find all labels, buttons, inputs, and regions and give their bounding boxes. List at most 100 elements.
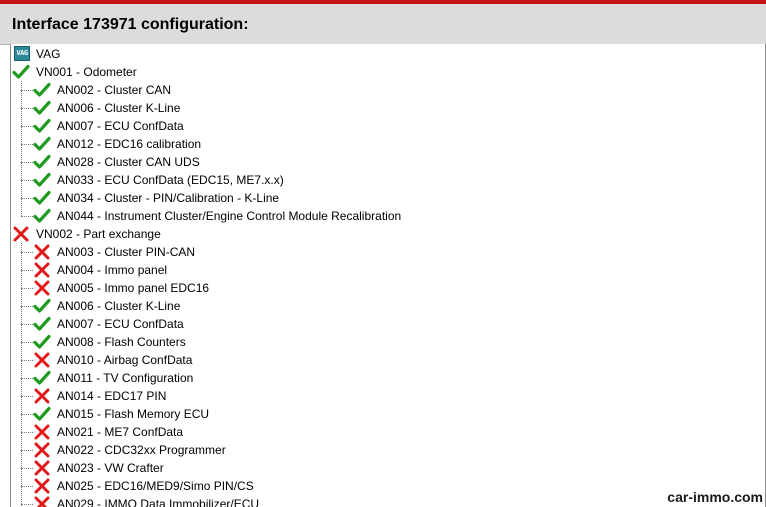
vag-logo-icon: VAG xyxy=(14,46,30,61)
page-title: Interface 173971 configuration: xyxy=(12,16,249,33)
tree-group-0[interactable]: VN001 - Odometer xyxy=(11,63,751,81)
tree-connector xyxy=(21,81,22,216)
tree-item-label: AN015 - Flash Memory ECU xyxy=(57,407,210,421)
red-x-icon xyxy=(33,423,51,441)
green-checkmark-icon xyxy=(33,315,51,333)
tree-connector xyxy=(21,243,22,507)
tree-connector xyxy=(21,180,33,181)
tree-item-label: AN006 - Cluster K-Line xyxy=(57,101,181,115)
configuration-tree[interactable]: VAG VAG VN001 - Odometer AN002 - Cluster CA… xyxy=(11,44,765,507)
tree-item[interactable]: AN014 - EDC17 PIN xyxy=(11,387,751,405)
green-checkmark-icon xyxy=(33,189,51,207)
tree-item[interactable]: AN029 - IMMO Data Immobilizer/ECU xyxy=(11,495,751,507)
tree-item[interactable]: AN006 - Cluster K-Line xyxy=(11,297,751,315)
tree-item-label: AN006 - Cluster K-Line xyxy=(57,299,181,313)
tree-item-label: AN023 - VW Crafter xyxy=(57,461,164,475)
tree-item[interactable]: AN003 - Cluster PIN-CAN xyxy=(11,243,751,261)
tree-item-label: AN014 - EDC17 PIN xyxy=(57,389,167,403)
red-x-icon xyxy=(33,441,51,459)
tree-item[interactable]: AN002 - Cluster CAN xyxy=(11,81,751,99)
tree-connector xyxy=(21,450,33,451)
tree-item[interactable]: AN008 - Flash Counters xyxy=(11,333,751,351)
green-checkmark-icon xyxy=(12,63,30,81)
tree-item[interactable]: AN007 - ECU ConfData xyxy=(11,315,751,333)
tree-item[interactable]: AN012 - EDC16 calibration xyxy=(11,135,751,153)
watermark-text: car-immo.com xyxy=(667,489,763,505)
tree-item-label: VAG xyxy=(36,47,61,61)
tree-item[interactable]: AN015 - Flash Memory ECU xyxy=(11,405,751,423)
red-x-icon xyxy=(12,225,30,243)
tree-item-label: AN044 - Instrument Cluster/Engine Contro… xyxy=(57,209,402,223)
red-x-icon xyxy=(33,459,51,477)
tree-item-label: AN028 - Cluster CAN UDS xyxy=(57,155,200,169)
tree-item-label: AN034 - Cluster - PIN/Calibration - K-Li… xyxy=(57,191,280,205)
tree-connector xyxy=(21,342,33,343)
tree-item-label: AN002 - Cluster CAN xyxy=(57,83,172,97)
tree-root-vag[interactable]: VAG VAG xyxy=(11,45,751,63)
tree-connector xyxy=(21,252,33,253)
configuration-tree-panel[interactable]: VAG VAG VN001 - Odometer AN002 - Cluster CA… xyxy=(10,44,766,507)
tree-item[interactable]: AN023 - VW Crafter xyxy=(11,459,751,477)
green-checkmark-icon xyxy=(33,81,51,99)
tree-connector xyxy=(21,432,33,433)
tree-connector xyxy=(21,144,33,145)
tree-group-1[interactable]: VN002 - Part exchange xyxy=(11,225,751,243)
green-checkmark-icon xyxy=(33,117,51,135)
tree-item[interactable]: AN021 - ME7 ConfData xyxy=(11,423,751,441)
tree-connector xyxy=(21,162,33,163)
red-x-icon xyxy=(33,261,51,279)
tree-item-label: AN007 - ECU ConfData xyxy=(57,317,184,331)
tree-connector xyxy=(21,288,33,289)
tree-item[interactable]: AN034 - Cluster - PIN/Calibration - K-Li… xyxy=(11,189,751,207)
red-x-icon xyxy=(33,387,51,405)
tree-item[interactable]: AN010 - Airbag ConfData xyxy=(11,351,751,369)
tree-connector xyxy=(21,360,33,361)
tree-connector xyxy=(21,378,33,379)
tree-item-label: AN033 - ECU ConfData (EDC15, ME7.x.x) xyxy=(57,173,284,187)
tree-connector xyxy=(21,90,33,91)
red-x-icon xyxy=(33,243,51,261)
tree-item[interactable]: AN033 - ECU ConfData (EDC15, ME7.x.x) xyxy=(11,171,751,189)
tree-connector xyxy=(21,306,33,307)
green-checkmark-icon xyxy=(33,99,51,117)
tree-item-label: AN021 - ME7 ConfData xyxy=(57,425,184,439)
tree-item[interactable]: AN005 - Immo panel EDC16 xyxy=(11,279,751,297)
tree-item[interactable]: AN028 - Cluster CAN UDS xyxy=(11,153,751,171)
tree-item-label: AN025 - EDC16/MED9/Simo PIN/CS xyxy=(57,479,254,493)
tree-connector xyxy=(21,198,33,199)
green-checkmark-icon xyxy=(33,369,51,387)
tree-item[interactable]: AN011 - TV Configuration xyxy=(11,369,751,387)
green-checkmark-icon xyxy=(33,153,51,171)
tree-item[interactable]: AN006 - Cluster K-Line xyxy=(11,99,751,117)
red-x-icon xyxy=(33,495,51,507)
tree-item[interactable]: AN007 - ECU ConfData xyxy=(11,117,751,135)
tree-item-label: AN022 - CDC32xx Programmer xyxy=(57,443,226,457)
green-checkmark-icon xyxy=(33,297,51,315)
green-checkmark-icon xyxy=(33,333,51,351)
tree-connector xyxy=(21,396,33,397)
tree-connector xyxy=(21,216,33,217)
tree-connector xyxy=(21,324,33,325)
tree-item[interactable]: AN004 - Immo panel xyxy=(11,261,751,279)
green-checkmark-icon xyxy=(33,171,51,189)
tree-item-label: AN007 - ECU ConfData xyxy=(57,119,184,133)
tree-connector xyxy=(21,108,33,109)
tree-item-label: VN001 - Odometer xyxy=(36,65,137,79)
tree-item-label: AN003 - Cluster PIN-CAN xyxy=(57,245,196,259)
tree-connector xyxy=(21,504,33,505)
tree-connector xyxy=(21,270,33,271)
tree-item[interactable]: AN025 - EDC16/MED9/Simo PIN/CS xyxy=(11,477,751,495)
tree-item-label: AN011 - TV Configuration xyxy=(57,371,194,385)
tree-item[interactable]: AN044 - Instrument Cluster/Engine Contro… xyxy=(11,207,751,225)
green-checkmark-icon xyxy=(33,135,51,153)
tree-item-label: AN004 - Immo panel xyxy=(57,263,168,277)
red-x-icon xyxy=(33,351,51,369)
tree-item-label: AN005 - Immo panel EDC16 xyxy=(57,281,210,295)
green-checkmark-icon xyxy=(33,207,51,225)
green-checkmark-icon xyxy=(33,405,51,423)
tree-item[interactable]: AN022 - CDC32xx Programmer xyxy=(11,441,751,459)
tree-connector xyxy=(21,468,33,469)
red-x-icon xyxy=(33,279,51,297)
tree-item-label: AN010 - Airbag ConfData xyxy=(57,353,193,367)
tree-item-label: VN002 - Part exchange xyxy=(36,227,161,241)
